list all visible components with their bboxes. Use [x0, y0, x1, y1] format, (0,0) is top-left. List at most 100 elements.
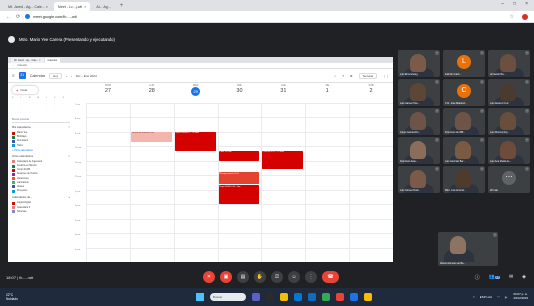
calendar-header-actions: ⌕ ? ⚙ Semana ⋮⋮ — [335, 72, 389, 79]
close-tab-icon[interactable]: × — [84, 5, 86, 9]
address-bar: ← ⟳ meet.google.com/lh-...-wit ☆ — [0, 11, 534, 23]
task-view-icon[interactable] — [266, 293, 274, 301]
day-divider — [305, 103, 307, 262]
participant-tile[interactable]: ⦸ Armando Ra... — [488, 50, 530, 77]
participant-name: Fabrizio Carb... — [445, 73, 462, 76]
checkbox-icon — [12, 144, 15, 148]
participant-tile[interactable]: ⋯ ⦸ 28 más — [488, 166, 530, 193]
maximize-icon[interactable]: □ — [513, 1, 516, 7]
day-number: 1 — [325, 88, 329, 94]
participant-name: Luis Guzmán Ber... — [445, 160, 466, 163]
mini-calendar-day: · — [20, 106, 22, 108]
taskbar-search[interactable]: Buscar — [210, 293, 246, 301]
mic-off-icon[interactable]: ✕ — [203, 271, 215, 283]
clock[interactable]: 06:07 p. m. 29/12/2023 — [514, 293, 528, 300]
day-divider — [129, 103, 131, 262]
browser-tab[interactable]: Ai... Ag... — [92, 2, 114, 11]
participant-video-face — [500, 112, 516, 130]
profile-avatar[interactable] — [522, 13, 528, 20]
chrome-icon[interactable] — [322, 293, 330, 301]
captions-icon[interactable]: ▤ — [237, 271, 249, 283]
participant-tile[interactable]: C ⦸ C.R. José Mahand... — [443, 79, 485, 106]
hour-line — [86, 218, 393, 220]
reload-icon[interactable]: ⟳ — [16, 14, 20, 20]
participant-name: Luis Gamez Pas... — [400, 102, 420, 105]
address-bar-actions: ☆ — [510, 13, 528, 20]
participant-tile[interactable]: ⦸ Luis Guzmán Ber... — [443, 137, 485, 164]
shared-tab-label: Calendar — [47, 59, 58, 62]
chevron-up-icon[interactable]: ˄ — [473, 295, 475, 299]
chrome-profile-3-icon[interactable] — [364, 293, 372, 301]
bookmark-star-icon[interactable]: ☆ — [510, 14, 514, 20]
calendar-list-label: Festivos en México — [17, 165, 37, 168]
mini-calendar-day: · — [62, 103, 64, 105]
participant-tile[interactable]: ⦸ Mtro. Luis Antonio... — [443, 166, 485, 193]
participant-tile[interactable]: ⦸ Luis Monroy Roj... — [488, 108, 530, 135]
chevron-up-icon: ˄ — [68, 126, 70, 129]
participant-tile[interactable]: ⦸ Luis Alvarez Cruz — [488, 79, 530, 106]
store-icon[interactable] — [308, 293, 316, 301]
mini-calendar-day: · — [62, 109, 64, 111]
mic-muted-icon: ⦸ — [525, 80, 529, 84]
mini-calendar-day: · — [20, 100, 22, 102]
participant-tile[interactable]: ⦸ Luis Gómez Rodr... — [398, 166, 440, 193]
hand-raise-icon[interactable]: ✋ — [254, 271, 266, 283]
mini-calendar-day: · — [28, 112, 30, 114]
participant-tile[interactable]: ⦸ Alberto Ernesto de Ba... — [438, 232, 498, 266]
teams-icon[interactable] — [252, 293, 260, 301]
mic-muted-icon: ⦸ — [480, 167, 484, 171]
participant-tile[interactable]: ⦸ Jorge Garcia Alm... — [398, 108, 440, 135]
weather-widget[interactable]: 22°C Nublado — [6, 293, 18, 301]
new-tab-icon[interactable]: + — [120, 2, 124, 11]
chat-icon[interactable]: ✉ — [509, 274, 513, 280]
participant-tile[interactable]: ⦸ Luis Ehrenzweig — [398, 50, 440, 77]
calendar-list-label: Vacaciones — [17, 177, 29, 180]
calendar-list-item: Proyectos — [12, 189, 70, 193]
participant-tile[interactable]: ⦸ Luis Gamez Pas... — [398, 79, 440, 106]
calendar-list-label: Calendario II — [17, 206, 31, 209]
hours-area: 7 a.m. 8 a.m. 9 a.m. 10 a.m. 11 a.m. 12 p.m. 1… — [74, 103, 393, 262]
participant-tile[interactable]: L ⦸ Fabrizio Carb... — [443, 50, 485, 77]
mini-calendar-day: · — [28, 103, 30, 105]
camera-off-icon[interactable]: ▣ — [220, 271, 232, 283]
mini-calendar-day: · — [45, 112, 47, 114]
browser-tab[interactable]: Mt. Jared - Ag... Cale... × — [4, 2, 52, 11]
today-button: Hoy — [49, 72, 63, 79]
language-indicator[interactable]: ESP LAA — [480, 295, 492, 299]
settings-gear-icon: ⚙ — [349, 73, 353, 78]
participant-tile[interactable]: ⦸ Luis Ana Paola de... — [488, 137, 530, 164]
emoji-icon[interactable]: ☺ — [288, 271, 300, 283]
participant-tile[interactable]: ⦸ Francisco de WB... — [443, 108, 485, 135]
omnibox[interactable]: meet.google.com/lh-...-wit — [25, 13, 77, 21]
people-icon[interactable]: 👥13 — [489, 274, 500, 280]
wifi-icon[interactable]: ◠ — [497, 295, 500, 299]
more-options-icon[interactable]: ⋮ — [305, 271, 317, 283]
volume-icon[interactable]: 🔈 — [505, 295, 509, 299]
participants-count: 13 — [495, 276, 500, 279]
file-explorer-icon[interactable] — [280, 293, 288, 301]
chrome-profile-2-icon[interactable] — [350, 293, 358, 301]
meet-control-bar: 18:07 | lh-...-wit ✕ ▣ ▤ ✋ ⎚ ☺ ⋮ ☎ ⓘ 👥13… — [0, 266, 534, 288]
end-call-icon[interactable]: ☎ — [322, 271, 339, 283]
mini-calendar-day: · — [12, 100, 13, 102]
windows-start-icon[interactable] — [196, 293, 204, 301]
mini-calendar-day: · — [54, 109, 55, 111]
view-selector: Semana — [358, 72, 377, 79]
shared-screen: Mt. Jared - Ag... Cale... × Calendar ← C… — [8, 57, 393, 262]
chrome-profile-icon[interactable] — [336, 293, 344, 301]
mini-calendar-day: · — [37, 103, 38, 105]
info-icon[interactable]: ⓘ — [475, 274, 480, 281]
participant-tile[interactable]: ⦸ Francisco Arau... — [398, 137, 440, 164]
mic-muted-icon: ⦸ — [493, 233, 497, 237]
present-screen-icon[interactable]: ⎚ — [271, 271, 283, 283]
activities-icon[interactable]: ◈ — [522, 274, 526, 280]
participant-video-face — [450, 236, 466, 254]
browser-tab-active[interactable]: Meet - Lc...j-wit × — [53, 2, 91, 11]
other-calendars-heading-2: Calendarios de... + — [12, 196, 70, 199]
minimize-icon[interactable]: – — [501, 1, 504, 7]
calendar-event: Reunión de academia, 9am — [130, 131, 172, 143]
close-window-icon[interactable]: × — [525, 1, 528, 7]
edge-icon[interactable] — [294, 293, 302, 301]
calendar-list-label: Calendario de Ingeniería — [17, 160, 43, 163]
back-icon[interactable]: ← — [6, 14, 11, 20]
